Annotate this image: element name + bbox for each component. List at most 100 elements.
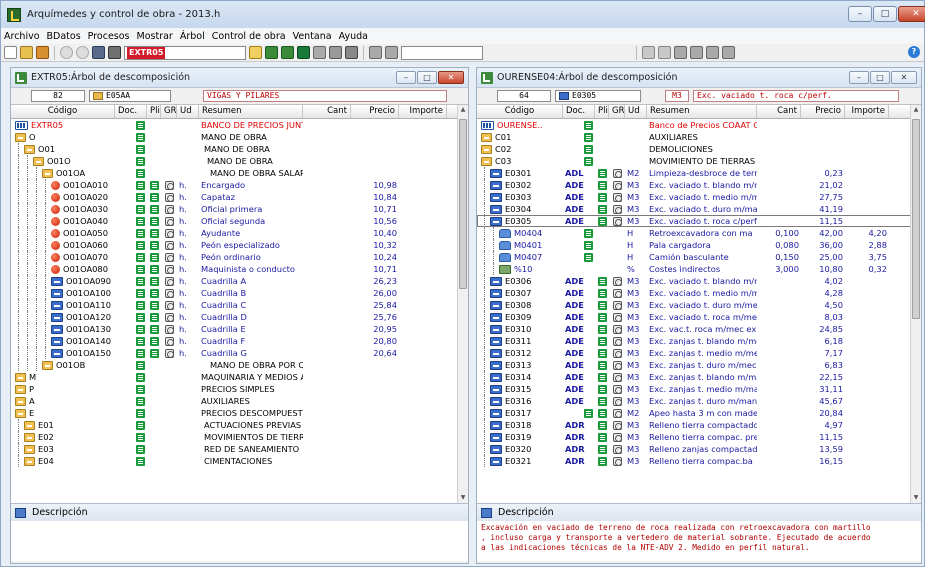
code-cell[interactable]: E0306 [477,275,563,287]
code-cell[interactable]: E0308 [477,299,563,311]
tree-row[interactable]: O01OA150 h. Cuadrilla G 20,64 [11,347,468,359]
document-icon[interactable] [136,421,145,430]
tree-row[interactable]: E0303 ADE M3 Exc. vaciado t. medio m/m 27,75 [477,191,921,203]
document-icon[interactable] [597,385,607,394]
document-icon[interactable] [149,253,159,262]
document-icon[interactable] [136,385,145,394]
tree-row[interactable]: O01OB MANO DE OBRA POR C [11,359,468,371]
table-icon[interactable] [722,46,735,59]
tree-row[interactable]: O01OA140 h. Cuadrilla F 20,80 [11,335,468,347]
save-icon[interactable] [92,46,105,59]
code-cell[interactable]: E01 [11,419,115,431]
code-cell[interactable]: E0301 [477,167,563,179]
tree-row[interactable]: E0308 ADE M3 Exc. vaciado t. duro m/mec 4,50 [477,299,921,311]
left-name-field[interactable]: VIGAS Y PILARES [203,90,447,102]
menu-control-de-obra[interactable]: Control de obra [212,31,286,42]
column-header-doc[interactable]: Doc. [115,105,147,118]
scroll-up-arrow[interactable]: ▲ [911,105,921,115]
document-icon[interactable] [597,421,607,430]
specification-icon[interactable] [164,313,174,322]
left-window-titlebar[interactable]: EXTR05:Árbol de descomposición – □ ✕ [11,68,468,88]
column-header-code[interactable]: Código [11,105,115,118]
document-icon[interactable] [136,397,145,406]
tree-row[interactable]: E0314 ADE M3 Exc. zanjas t. blando m/ma 22,1… [477,371,921,383]
tree-row[interactable]: O01OA060 h. Peón especializado 10,32 [11,239,468,251]
document-icon[interactable] [149,241,159,250]
right-window-titlebar[interactable]: OURENSE04:Árbol de descomposición – □ ✕ [477,68,921,88]
document-icon[interactable] [597,373,607,382]
document-icon[interactable] [584,157,593,166]
code-cell[interactable]: O [11,131,115,143]
tree-row[interactable]: E0304 ADE M3 Exc. vaciado t. duro m/mar 41,1… [477,203,921,215]
tree-row[interactable]: E04 CIMENTACIONES [11,455,468,467]
specification-icon[interactable] [612,421,622,430]
code-cell[interactable]: O01OA100 [11,287,115,299]
specification-icon[interactable] [164,181,174,190]
document-icon[interactable] [597,433,607,442]
tree-row[interactable]: O01OA070 h. Peón ordinario 10,24 [11,251,468,263]
code-cell[interactable]: A [11,395,115,407]
budget-icon[interactable] [281,46,294,59]
specification-icon[interactable] [612,181,622,190]
tree-row[interactable]: E0313 ADE M3 Exc. zanjas t. duro m/mec 6,83 [477,359,921,371]
document-icon[interactable] [136,277,145,286]
right-count-field[interactable]: 64 [497,90,551,102]
document-icon[interactable] [149,205,159,214]
left-description-text[interactable] [11,521,468,561]
specification-icon[interactable] [612,193,622,202]
tree-row[interactable]: E03 RED DE SANEAMIENTO [11,443,468,455]
code-cell[interactable]: C03 [477,155,563,167]
specification-icon[interactable] [612,325,622,334]
code-cell[interactable]: P [11,383,115,395]
column-header-doc[interactable]: Doc. [563,105,595,118]
new-file-icon[interactable] [4,46,17,59]
specification-icon[interactable] [612,433,622,442]
right-unit-field[interactable]: M3 [665,90,689,102]
column-header-qty[interactable]: Cant [757,105,801,118]
document-icon[interactable] [136,361,145,370]
help-icon[interactable]: ? [908,46,920,58]
tree-row[interactable]: E0301 ADL M2 Limpieza-desbroce de terr 0,23 [477,167,921,179]
tree-icon[interactable] [265,46,278,59]
document-icon[interactable] [136,253,145,262]
tree-row[interactable]: C01 AUXILIARES [477,131,921,143]
tree-row[interactable]: A AUXILIARES [11,395,468,407]
left-minimize-button[interactable]: – [396,71,416,84]
tree-row[interactable]: EXTR05 BANCO DE PRECIOS JUNTA [11,119,468,131]
document-icon[interactable] [597,289,607,298]
minimize-button[interactable]: – [848,6,872,22]
tree-row[interactable]: E0321 ADR M3 Relleno tierra compac.ba 16,15 [477,455,921,467]
right-maximize-button[interactable]: □ [870,71,890,84]
document-icon[interactable] [297,46,310,59]
document-icon[interactable] [584,241,593,250]
tree-row[interactable]: O01OA010 h. Encargado 10,98 [11,179,468,191]
tree-row[interactable]: M0404 H Retroexcavadora con ma 0,100 42,00 4,… [477,227,921,239]
specification-icon[interactable] [612,409,622,418]
search-combo[interactable] [401,45,483,60]
code-cell[interactable]: O01OA050 [11,227,115,239]
code-cell[interactable]: E0303 [477,191,563,203]
specification-icon[interactable] [164,289,174,298]
column-header-summary[interactable]: Resumen [199,105,303,118]
specification-icon[interactable] [164,241,174,250]
menu-procesos[interactable]: Procesos [88,31,130,42]
tree-row[interactable]: E02 MOVIMIENTOS DE TIERRA [11,431,468,443]
maximize-button[interactable]: □ [873,6,897,22]
document-icon[interactable] [597,217,607,226]
document-icon[interactable] [597,313,607,322]
document-icon[interactable] [136,205,145,214]
code-cell[interactable]: E0317 [477,407,563,419]
column-header-amount[interactable]: Importe [399,105,447,118]
document-icon[interactable] [136,337,145,346]
code-cell[interactable]: O01OA030 [11,203,115,215]
code-cell[interactable]: E0315 [477,383,563,395]
code-cell[interactable]: E0319 [477,431,563,443]
code-cell[interactable]: M [11,371,115,383]
column-header-code[interactable]: Código [477,105,563,118]
document-icon[interactable] [136,193,145,202]
code-cell[interactable]: O01O [11,155,115,167]
tree-row[interactable]: O01OA120 h. Cuadrilla D 25,76 [11,311,468,323]
tree-row[interactable]: E0317 M2 Apeo hasta 3 m con made 20,84 [477,407,921,419]
document-icon[interactable] [149,217,159,226]
tree-row[interactable]: O01OA100 h. Cuadrilla B 26,00 [11,287,468,299]
